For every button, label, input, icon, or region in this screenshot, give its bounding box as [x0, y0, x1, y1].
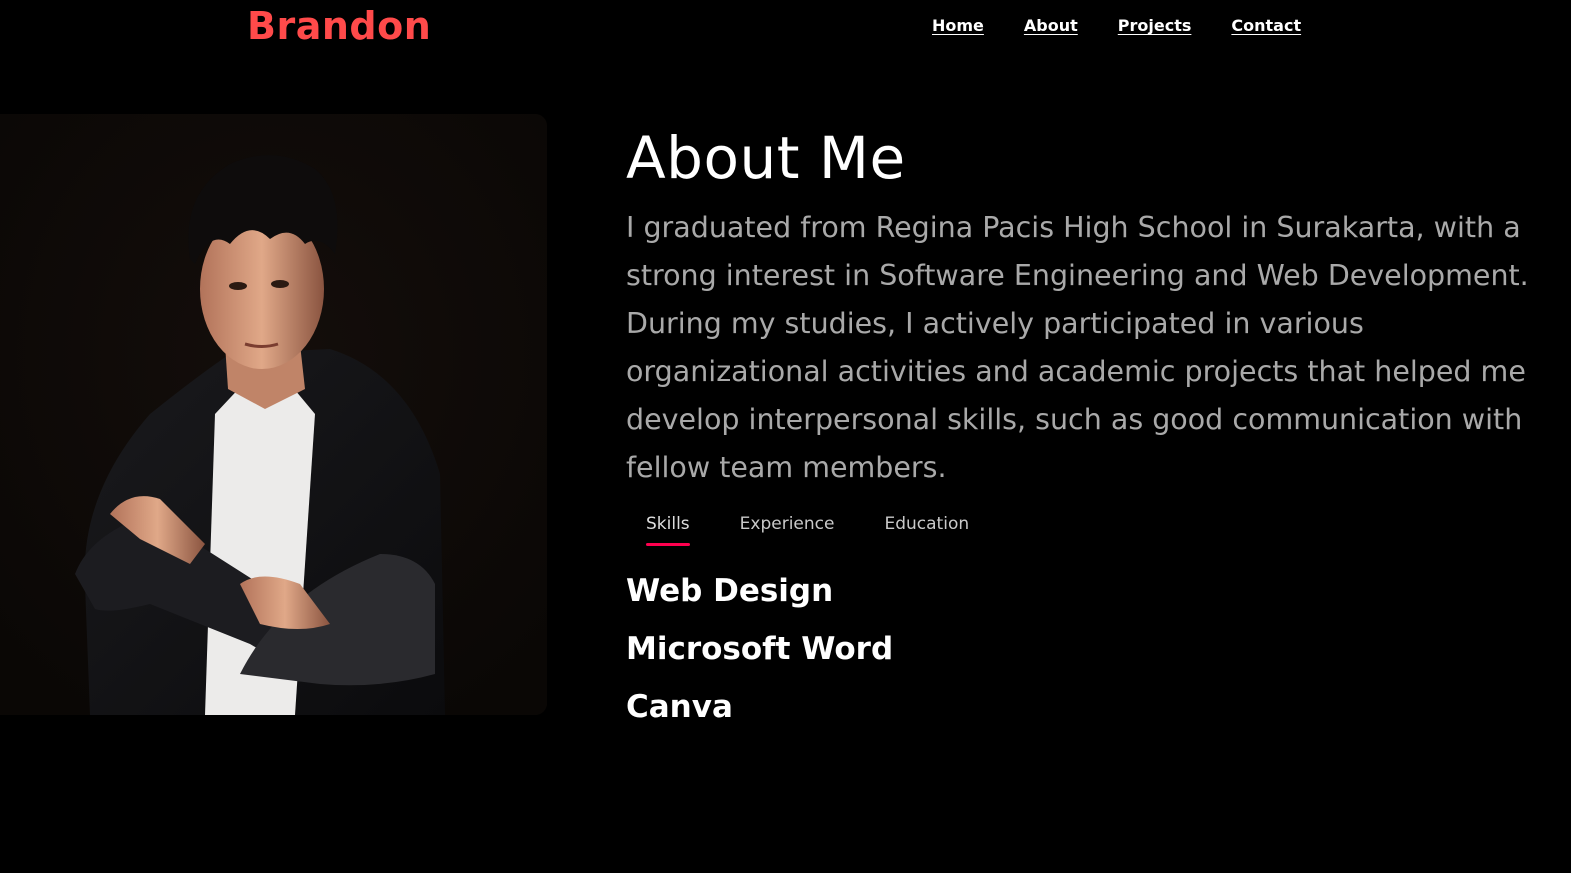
- nav-projects-link[interactable]: Projects: [1118, 15, 1192, 37]
- profile-photo: [0, 114, 547, 715]
- page: Brandon Home About Projects Contact Abou…: [0, 0, 1571, 873]
- list-item: Web Design: [626, 573, 834, 609]
- list-item: Microsoft Word: [626, 631, 894, 667]
- main-nav: Home About Projects Contact: [932, 15, 1301, 37]
- nav-contact-link[interactable]: Contact: [1231, 15, 1301, 37]
- tab-education[interactable]: Education: [884, 512, 969, 544]
- skills-list: Web Design Microsoft Word Canva: [626, 562, 893, 736]
- site-logo[interactable]: Brandon: [247, 2, 431, 50]
- about-heading: About Me: [626, 124, 906, 192]
- nav-home-link[interactable]: Home: [932, 15, 984, 37]
- about-description: I graduated from Regina Pacis High Schoo…: [626, 211, 1529, 484]
- nav-about-link[interactable]: About: [1024, 15, 1078, 37]
- about-tabs: Skills Experience Education: [646, 512, 969, 546]
- tab-skills[interactable]: Skills: [646, 512, 690, 546]
- list-item: Canva: [626, 689, 733, 725]
- tab-experience[interactable]: Experience: [740, 512, 835, 544]
